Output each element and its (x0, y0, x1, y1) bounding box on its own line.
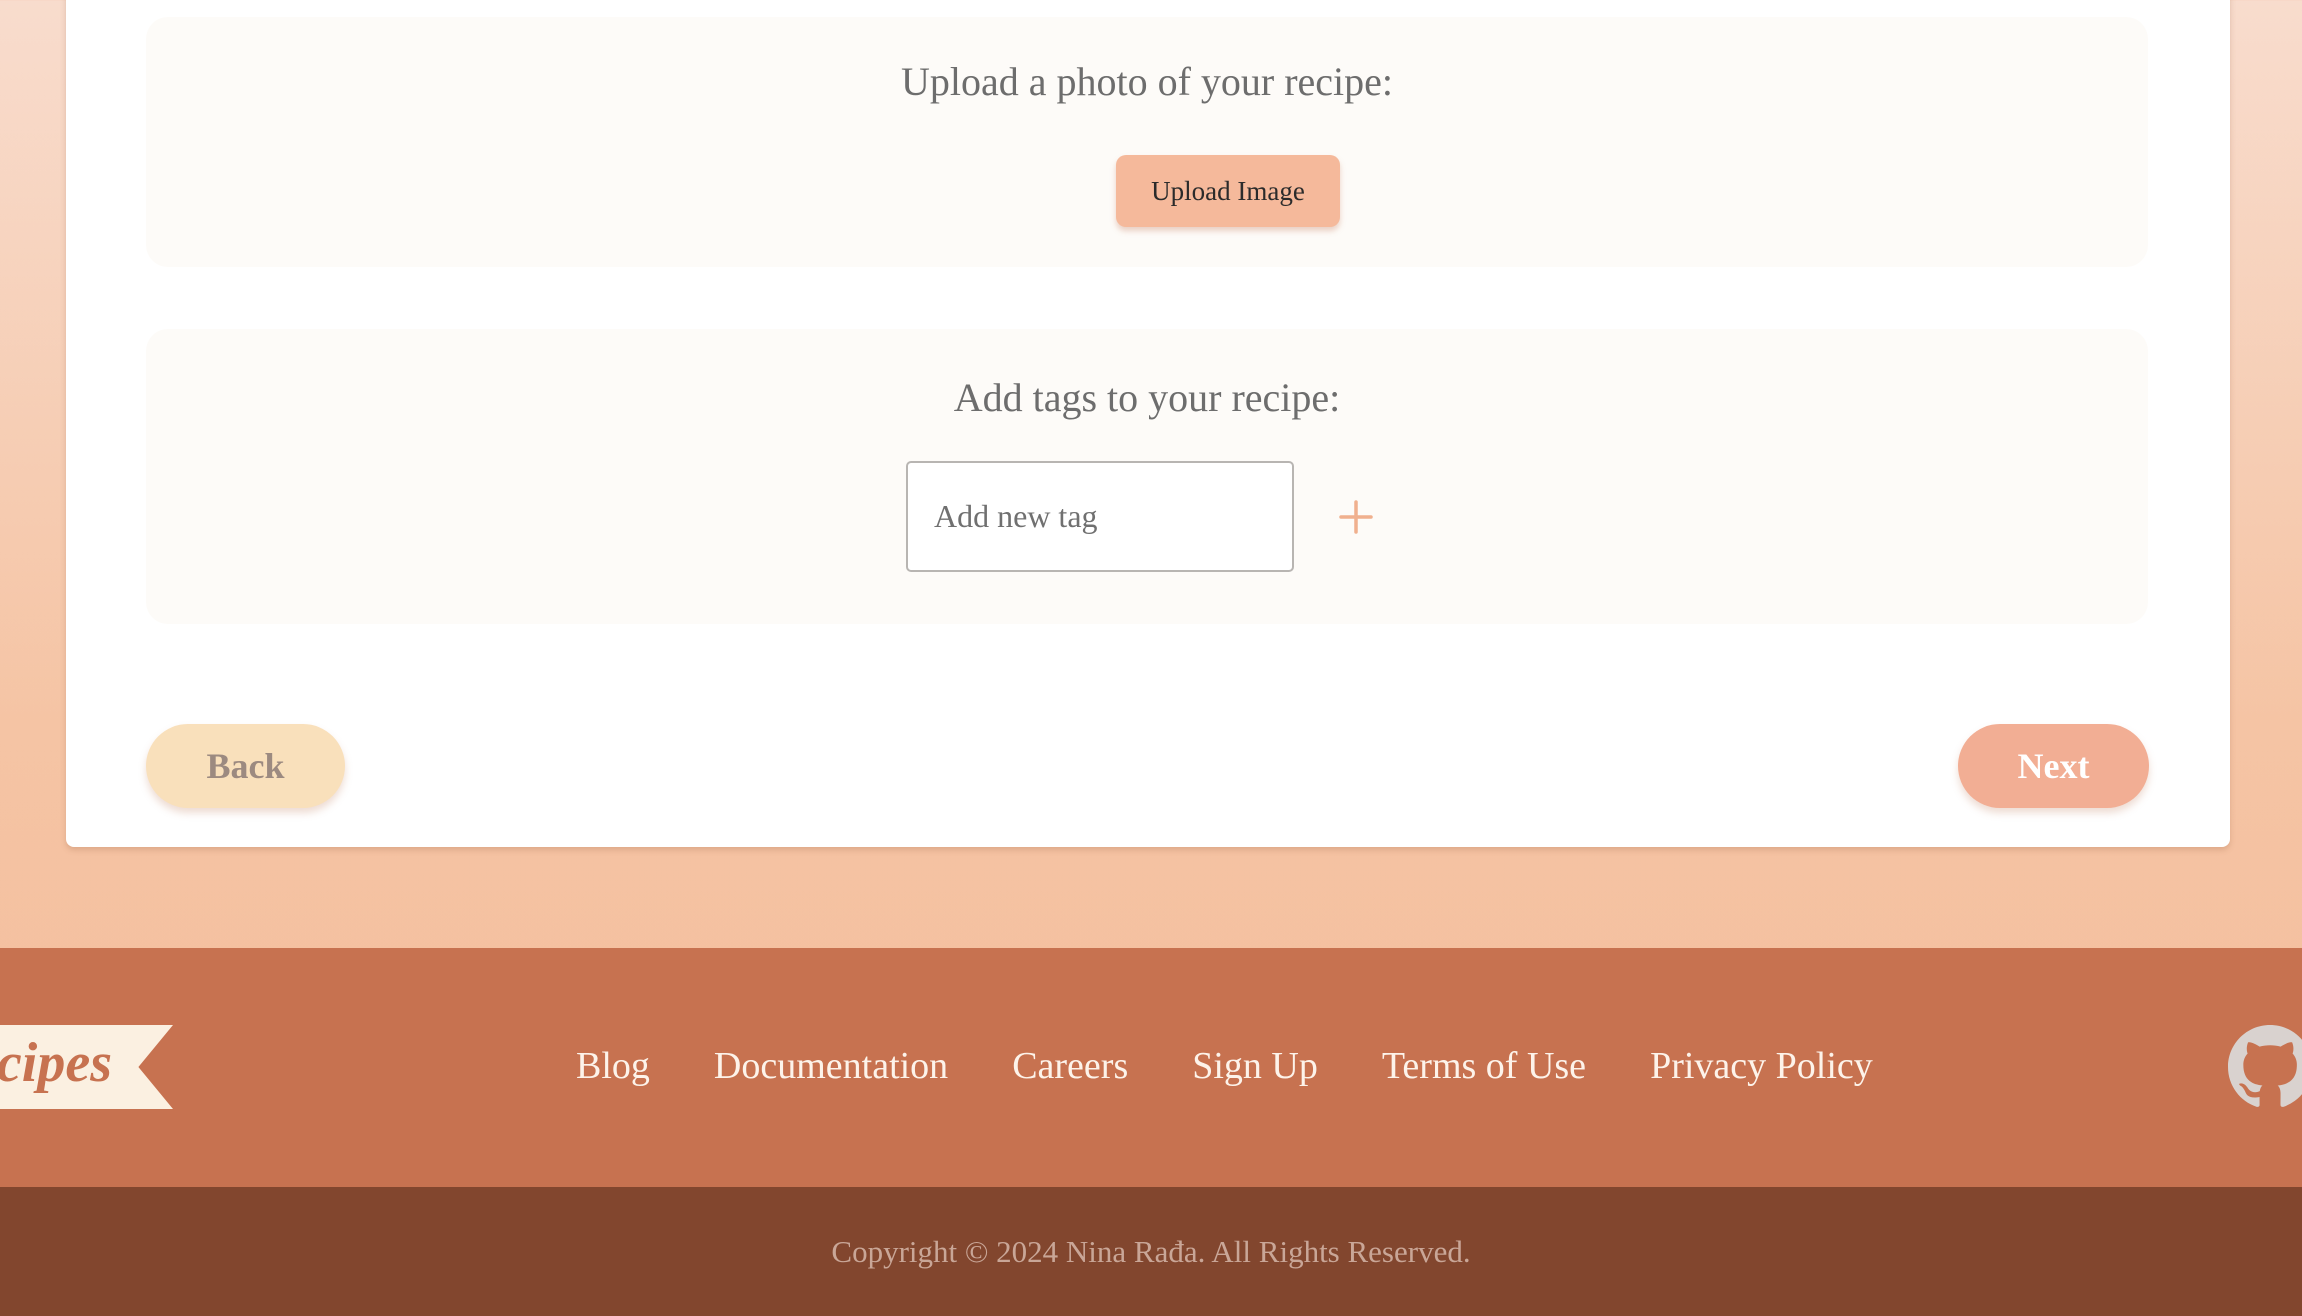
brand-text: Recipes (0, 1032, 112, 1094)
tags-section: Add tags to your recipe: (146, 329, 2148, 624)
footer-link-documentation[interactable]: Documentation (714, 1044, 948, 1088)
new-tag-input[interactable] (906, 461, 1294, 572)
next-button[interactable]: Next (1958, 724, 2149, 808)
tags-title: Add tags to your recipe: (953, 375, 1341, 420)
footer-link-careers[interactable]: Careers (1012, 1044, 1128, 1088)
github-icon[interactable] (2228, 1025, 2302, 1109)
back-button[interactable]: Back (146, 724, 345, 808)
upload-photo-title: Upload a photo of your recipe: (900, 59, 1394, 104)
footer-link-blog[interactable]: Blog (576, 1044, 650, 1088)
site-footer: Recipes Blog Documentation Careers Sign … (0, 948, 2302, 1187)
footer-link-terms-of-use[interactable]: Terms of Use (1382, 1044, 1586, 1088)
copyright-text: Copyright © 2024 Nina Rađa. All Rights R… (831, 1233, 1471, 1269)
footer-nav: Blog Documentation Careers Sign Up Terms… (576, 1044, 1937, 1088)
add-tag-button[interactable] (1326, 487, 1386, 547)
footer-link-privacy-policy[interactable]: Privacy Policy (1650, 1044, 1873, 1088)
plus-icon (1339, 500, 1373, 534)
recipe-form-card: Upload a photo of your recipe: Upload Im… (66, 0, 2230, 847)
copyright-bar: Copyright © 2024 Nina Rađa. All Rights R… (0, 1187, 2302, 1316)
upload-image-button[interactable]: Upload Image (1116, 155, 1340, 227)
brand-logo[interactable]: Recipes (0, 1025, 173, 1109)
footer-link-sign-up[interactable]: Sign Up (1192, 1044, 1318, 1088)
upload-photo-section: Upload a photo of your recipe: Upload Im… (146, 17, 2148, 267)
